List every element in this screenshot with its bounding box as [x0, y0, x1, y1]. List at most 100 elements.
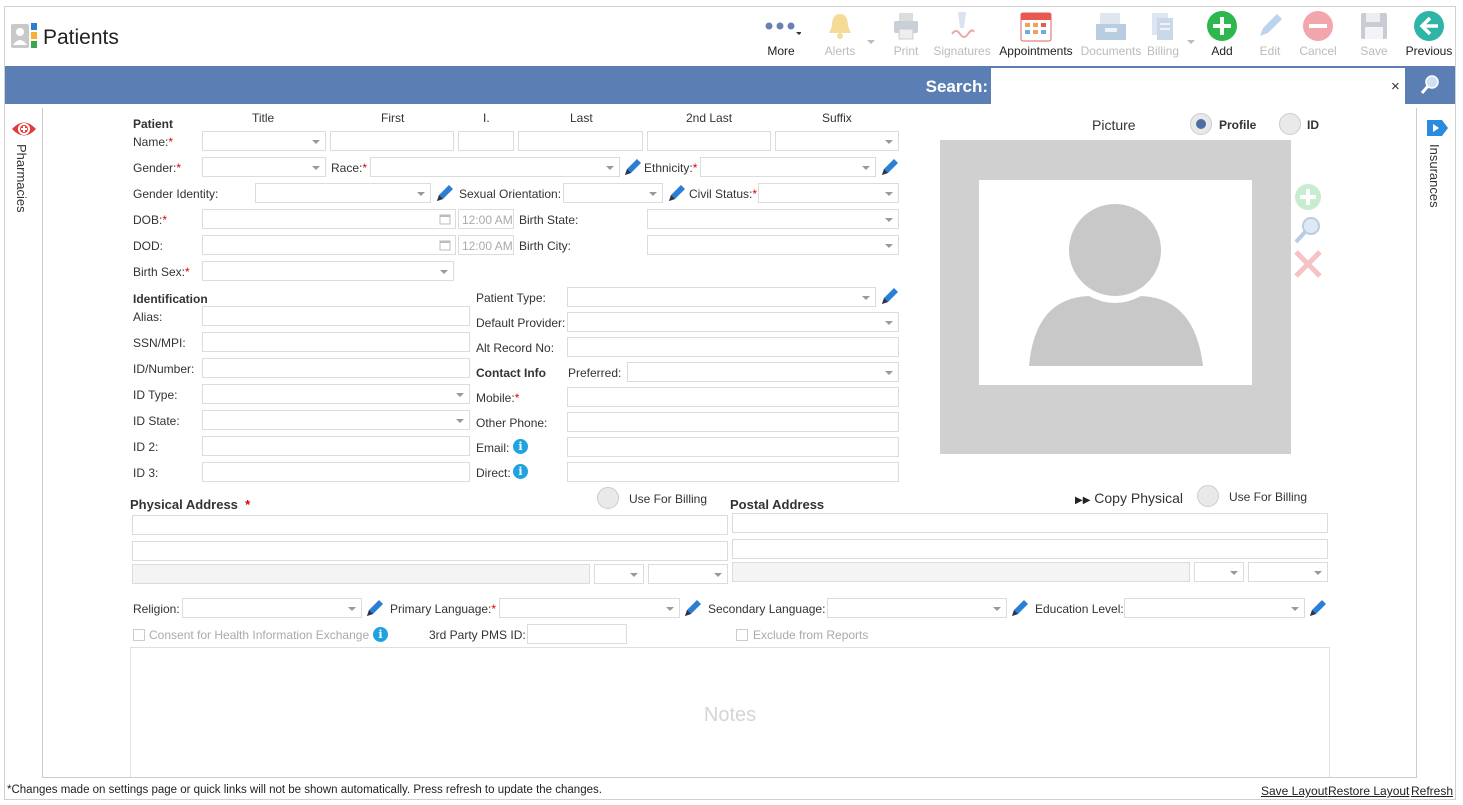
view-picture-magnifier-icon[interactable] — [1293, 215, 1323, 245]
alerts-dropdown-icon[interactable] — [866, 34, 876, 48]
id2-input[interactable] — [202, 436, 470, 456]
appointments-button[interactable]: Appointments — [996, 8, 1076, 58]
education-level-select[interactable] — [1124, 598, 1305, 618]
physical-city-input[interactable] — [132, 564, 590, 584]
birth-state-select[interactable] — [647, 209, 899, 229]
id-number-input[interactable] — [202, 358, 470, 378]
ethnicity-select[interactable] — [700, 157, 876, 177]
last-name-input[interactable] — [518, 131, 643, 151]
search-input[interactable] — [991, 68, 1405, 104]
exclude-from-reports-checkbox[interactable] — [736, 629, 748, 641]
restore-layout-link[interactable]: Restore Layout — [1328, 784, 1409, 798]
calendar-picker-icon[interactable] — [439, 239, 451, 251]
documents-button[interactable]: Documents — [1080, 8, 1142, 58]
exclude-from-reports-label: Exclude from Reports — [753, 628, 869, 642]
alerts-button[interactable]: Alerts — [818, 8, 862, 58]
initial-input[interactable] — [458, 131, 514, 151]
postal-city-input[interactable] — [732, 562, 1190, 582]
gender-identity-select[interactable] — [255, 183, 431, 203]
direct-info-icon[interactable]: i — [513, 464, 528, 479]
postal-use-for-billing-radio[interactable] — [1197, 485, 1219, 507]
delete-picture-icon[interactable] — [1293, 249, 1323, 279]
profile-radio[interactable] — [1190, 113, 1212, 135]
alias-input[interactable] — [202, 306, 470, 326]
gender-label: Gender:* — [133, 161, 182, 175]
gender-select[interactable] — [202, 157, 326, 177]
birth-sex-select[interactable] — [202, 261, 454, 281]
edit-button[interactable]: Edit — [1250, 8, 1290, 58]
dob-time-input[interactable]: 12:00 AM — [458, 209, 514, 229]
clear-search-icon[interactable]: × — [1391, 78, 1400, 95]
more-button[interactable]: More — [760, 8, 802, 58]
secondary-language-select[interactable] — [827, 598, 1007, 618]
save-layout-link[interactable]: Save Layout — [1261, 784, 1328, 798]
mobile-input[interactable] — [567, 387, 899, 407]
pharmacies-panel[interactable]: Pharmacies — [5, 108, 43, 778]
id-radio[interactable] — [1279, 113, 1301, 135]
add-picture-icon[interactable] — [1293, 182, 1323, 212]
preferred-contact-select[interactable] — [627, 362, 899, 382]
physical-state-select[interactable] — [594, 564, 644, 584]
physical-address-line1[interactable] — [132, 515, 728, 535]
postal-address-line2[interactable] — [732, 539, 1328, 559]
second-last-name-input[interactable] — [647, 131, 771, 151]
default-provider-select[interactable] — [567, 312, 899, 332]
ssn-input[interactable] — [202, 332, 470, 352]
print-button[interactable]: Print — [886, 8, 926, 58]
physical-address-line2[interactable] — [132, 541, 728, 561]
signature-icon — [932, 8, 992, 44]
physical-use-for-billing-radio[interactable] — [597, 487, 619, 509]
insurances-panel[interactable]: Insurances — [1416, 108, 1456, 778]
race-select[interactable] — [370, 157, 620, 177]
refresh-link[interactable]: Refresh — [1411, 784, 1453, 798]
cancel-button[interactable]: Cancel — [1296, 8, 1340, 58]
race-edit-pencil-icon[interactable] — [622, 157, 642, 177]
dob-date-input[interactable] — [202, 209, 456, 229]
patient-type-select[interactable] — [567, 287, 876, 307]
previous-button[interactable]: Previous — [1404, 8, 1454, 58]
email-input[interactable] — [567, 437, 899, 457]
primary-language-select[interactable] — [499, 598, 680, 618]
patient-type-edit-pencil-icon[interactable] — [879, 286, 899, 306]
other-phone-input[interactable] — [567, 412, 899, 432]
sexual-orientation-select[interactable] — [563, 183, 663, 203]
id3-input[interactable] — [202, 462, 470, 482]
birth-city-select[interactable] — [647, 235, 899, 255]
add-button[interactable]: Add — [1202, 8, 1242, 58]
save-label: Save — [1360, 44, 1388, 58]
sexual-orientation-edit-pencil-icon[interactable] — [666, 183, 686, 203]
billing-button[interactable]: Billing — [1144, 8, 1182, 58]
physical-zip-select[interactable] — [648, 564, 728, 584]
religion-select[interactable] — [182, 598, 362, 618]
signatures-button[interactable]: Signatures — [932, 8, 992, 58]
consent-checkbox[interactable] — [133, 629, 145, 641]
postal-address-line1[interactable] — [732, 513, 1328, 533]
ethnicity-edit-pencil-icon[interactable] — [879, 157, 899, 177]
dod-time-input[interactable]: 12:00 AM — [458, 235, 514, 255]
email-info-icon[interactable]: i — [513, 439, 528, 454]
notes-textarea[interactable]: Notes — [130, 647, 1330, 778]
postal-zip-select[interactable] — [1248, 562, 1328, 582]
civil-status-select[interactable] — [758, 183, 899, 203]
search-button[interactable] — [1405, 66, 1455, 104]
education-level-edit-pencil-icon[interactable] — [1307, 598, 1327, 618]
save-button[interactable]: Save — [1354, 8, 1394, 58]
suffix-select[interactable] — [775, 131, 899, 151]
id-state-select[interactable] — [202, 410, 470, 430]
third-party-id-input[interactable] — [527, 624, 627, 644]
consent-info-icon[interactable]: i — [373, 627, 388, 642]
copy-physical-link[interactable]: ▶▶ Copy Physical — [1075, 490, 1183, 506]
billing-dropdown-icon[interactable] — [1186, 34, 1196, 48]
title-select[interactable] — [202, 131, 326, 151]
religion-edit-pencil-icon[interactable] — [364, 598, 384, 618]
calendar-picker-icon[interactable] — [439, 213, 451, 225]
id-type-select[interactable] — [202, 384, 470, 404]
dod-date-input[interactable] — [202, 235, 456, 255]
primary-language-edit-pencil-icon[interactable] — [682, 598, 702, 618]
secondary-language-edit-pencil-icon[interactable] — [1009, 598, 1029, 618]
postal-state-select[interactable] — [1194, 562, 1244, 582]
direct-input[interactable] — [567, 462, 899, 482]
alt-record-input[interactable] — [567, 337, 899, 357]
first-name-input[interactable] — [330, 131, 454, 151]
gender-identity-edit-pencil-icon[interactable] — [434, 183, 454, 203]
